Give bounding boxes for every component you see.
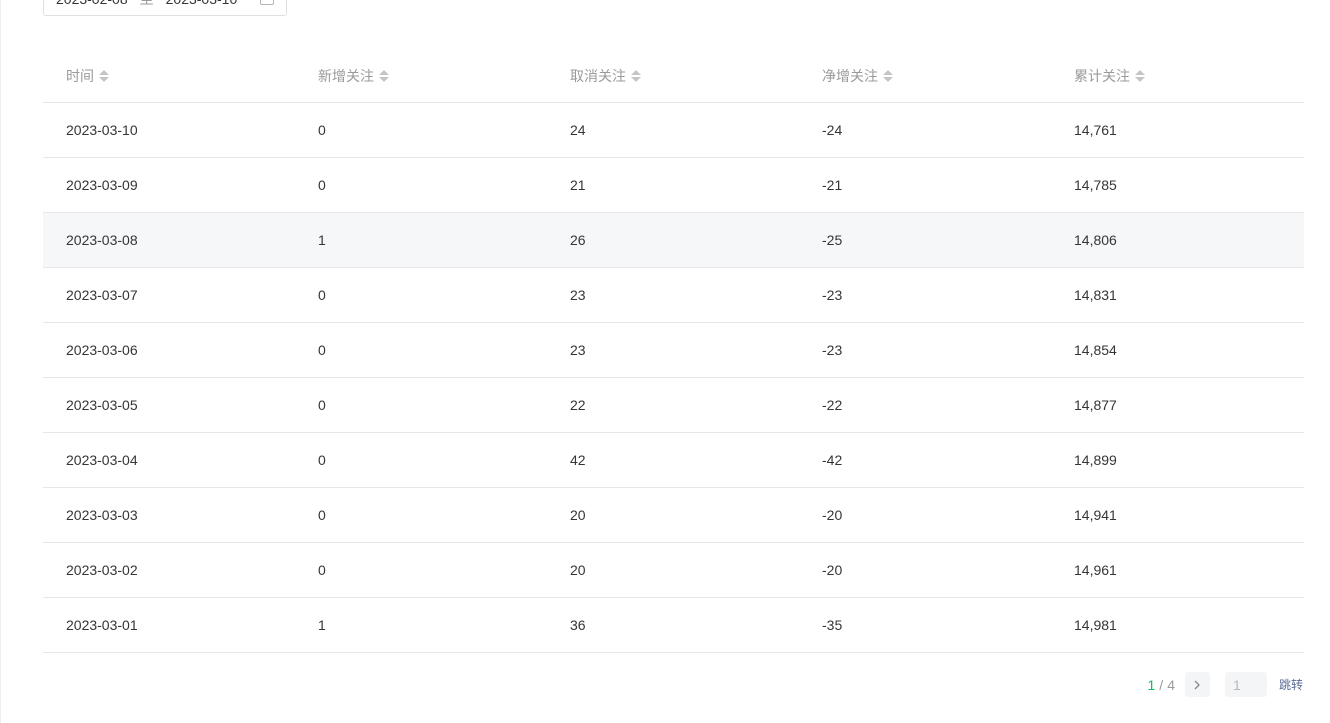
page: 2023-02-08 至 2023-03-10 时间 新增关注 取消关注 净增关… <box>0 0 1330 723</box>
cell-net: -25 <box>822 232 843 248</box>
sort-icon[interactable] <box>883 69 893 82</box>
cell-net: -21 <box>822 177 843 193</box>
current-page: 1 <box>1147 676 1156 693</box>
cell-total: 14,785 <box>1074 177 1117 193</box>
sort-icon[interactable] <box>1135 69 1145 82</box>
jump-button[interactable]: 跳转 <box>1279 676 1303 693</box>
cell-net: -24 <box>822 122 843 138</box>
table-row: 2023-03-04 0 42 -42 14,899 <box>43 433 1304 488</box>
cell-net: -20 <box>822 507 843 523</box>
follower-stats-table: 时间 新增关注 取消关注 净增关注 累计关注 2023-03-10 0 24 -… <box>43 49 1304 653</box>
table-header: 时间 新增关注 取消关注 净增关注 累计关注 <box>43 49 1304 103</box>
cell-cancel: 20 <box>570 507 586 523</box>
cell-date: 2023-03-07 <box>66 287 138 303</box>
cell-new: 1 <box>318 232 326 248</box>
cell-net: -42 <box>822 452 843 468</box>
cell-cancel: 22 <box>570 397 586 413</box>
page-separator: / <box>1159 676 1164 693</box>
cell-date: 2023-03-02 <box>66 562 138 578</box>
cell-total: 14,806 <box>1074 232 1117 248</box>
column-header-new-follows[interactable]: 新增关注 <box>295 66 547 86</box>
sort-icon[interactable] <box>631 69 641 82</box>
table-row: 2023-03-10 0 24 -24 14,761 <box>43 103 1304 158</box>
cell-date: 2023-03-03 <box>66 507 138 523</box>
cell-new: 0 <box>318 507 326 523</box>
column-header-time[interactable]: 时间 <box>43 66 295 86</box>
pagination: 1 / 4 跳转 <box>1147 672 1303 697</box>
cell-new: 0 <box>318 452 326 468</box>
cell-net: -35 <box>822 617 843 633</box>
date-range-end: 2023-03-10 <box>166 0 238 7</box>
cell-new: 0 <box>318 287 326 303</box>
table-row: 2023-03-06 0 23 -23 14,854 <box>43 323 1304 378</box>
cell-net: -23 <box>822 287 843 303</box>
table-row: 2023-03-03 0 20 -20 14,941 <box>43 488 1304 543</box>
table-row: 2023-03-02 0 20 -20 14,961 <box>43 543 1304 598</box>
cell-net: -20 <box>822 562 843 578</box>
date-range-start: 2023-02-08 <box>56 0 128 7</box>
cell-cancel: 23 <box>570 287 586 303</box>
cell-cancel: 23 <box>570 342 586 358</box>
cell-total: 14,761 <box>1074 122 1117 138</box>
cell-total: 14,941 <box>1074 507 1117 523</box>
table-row: 2023-03-07 0 23 -23 14,831 <box>43 268 1304 323</box>
cell-cancel: 20 <box>570 562 586 578</box>
sort-icon[interactable] <box>379 69 389 82</box>
cell-total: 14,961 <box>1074 562 1117 578</box>
cell-total: 14,877 <box>1074 397 1117 413</box>
chevron-right-icon <box>1195 680 1201 689</box>
cell-new: 0 <box>318 342 326 358</box>
date-range-picker[interactable]: 2023-02-08 至 2023-03-10 <box>43 0 287 16</box>
table-row: 2023-03-09 0 21 -21 14,785 <box>43 158 1304 213</box>
table-row: 2023-03-05 0 22 -22 14,877 <box>43 378 1304 433</box>
cell-date: 2023-03-06 <box>66 342 138 358</box>
cell-date: 2023-03-10 <box>66 122 138 138</box>
cell-new: 0 <box>318 177 326 193</box>
column-header-total-follows[interactable]: 累计关注 <box>1051 66 1304 86</box>
cell-net: -22 <box>822 397 843 413</box>
table-row: 2023-03-01 1 36 -35 14,981 <box>43 598 1304 653</box>
cell-total: 14,981 <box>1074 617 1117 633</box>
cell-date: 2023-03-09 <box>66 177 138 193</box>
cell-cancel: 26 <box>570 232 586 248</box>
calendar-icon[interactable] <box>260 0 274 5</box>
column-header-label: 新增关注 <box>318 67 374 84</box>
cell-total: 14,854 <box>1074 342 1117 358</box>
cell-date: 2023-03-05 <box>66 397 138 413</box>
cell-new: 0 <box>318 122 326 138</box>
cell-cancel: 42 <box>570 452 586 468</box>
cell-net: -23 <box>822 342 843 358</box>
cell-new: 0 <box>318 397 326 413</box>
cell-date: 2023-03-04 <box>66 452 138 468</box>
column-header-label: 净增关注 <box>822 67 878 84</box>
table-row: 2023-03-08 1 26 -25 14,806 <box>43 213 1304 268</box>
cell-cancel: 24 <box>570 122 586 138</box>
total-pages: 4 <box>1167 676 1175 693</box>
cell-cancel: 21 <box>570 177 586 193</box>
column-header-label: 累计关注 <box>1074 67 1130 84</box>
date-range-separator: 至 <box>140 0 154 9</box>
sort-icon[interactable] <box>99 69 109 82</box>
cell-cancel: 36 <box>570 617 586 633</box>
cell-total: 14,831 <box>1074 287 1117 303</box>
cell-new: 1 <box>318 617 326 633</box>
column-header-label: 时间 <box>66 67 94 84</box>
cell-total: 14,899 <box>1074 452 1117 468</box>
cell-new: 0 <box>318 562 326 578</box>
cell-date: 2023-03-01 <box>66 617 138 633</box>
column-header-net-follows[interactable]: 净增关注 <box>799 66 1051 86</box>
page-jump-input[interactable] <box>1224 672 1267 697</box>
next-page-button[interactable] <box>1184 672 1210 697</box>
column-header-cancel-follows[interactable]: 取消关注 <box>547 66 799 86</box>
column-header-label: 取消关注 <box>570 67 626 84</box>
cell-date: 2023-03-08 <box>66 232 138 248</box>
